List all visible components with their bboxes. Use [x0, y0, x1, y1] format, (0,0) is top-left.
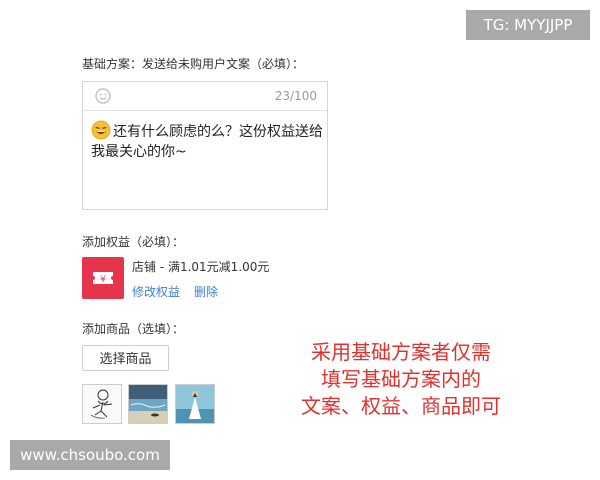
edit-benefit-link[interactable]: 修改权益 — [132, 283, 180, 300]
watermark-bottom-left: www.chsoubo.com — [10, 440, 170, 470]
coupon-glyph: ¥ — [100, 275, 106, 285]
note-line-2: 填写基础方案内的 — [321, 367, 481, 391]
note-line-1: 采用基础方案者仅需 — [311, 340, 491, 364]
message-editor[interactable]: 23/100 还有什么顾虑的么？这份权益送给我最关心的你~ — [82, 81, 328, 210]
benefit-name: 店铺 - 满1.01元减1.00元 — [132, 260, 270, 274]
basic-plan-label: 基础方案：发送给未购用户文案（必填）： — [82, 57, 305, 71]
editor-toolbar: 23/100 — [83, 82, 327, 111]
message-text: 还有什么顾虑的么？这份权益送给我最关心的你~ — [91, 124, 323, 160]
message-textarea[interactable]: 还有什么顾虑的么？这份权益送给我最关心的你~ — [91, 120, 323, 162]
instruction-note: 采用基础方案者仅需 填写基础方案内的 文案、权益、商品即可 — [276, 339, 526, 420]
smile-face-icon[interactable] — [95, 88, 111, 104]
select-products-button[interactable]: 选择商品 — [82, 345, 169, 371]
note-line-3: 文案、权益、商品即可 — [301, 394, 501, 418]
char-counter: 23/100 — [274, 89, 317, 103]
products-label: 添加商品（选填）： — [82, 322, 185, 336]
emoji-grin-icon — [91, 120, 111, 140]
product-thumbnail-beach[interactable] — [128, 384, 168, 424]
watermark-top-right: TG: MYYJJPP — [466, 10, 590, 40]
coupon-icon: ¥ — [82, 257, 124, 299]
benefit-label: 添加权益（必填）： — [82, 235, 185, 249]
product-thumbnail-dress[interactable] — [175, 384, 215, 424]
delete-benefit-link[interactable]: 删除 — [194, 283, 218, 300]
product-thumbnail-sketch[interactable] — [82, 384, 122, 424]
